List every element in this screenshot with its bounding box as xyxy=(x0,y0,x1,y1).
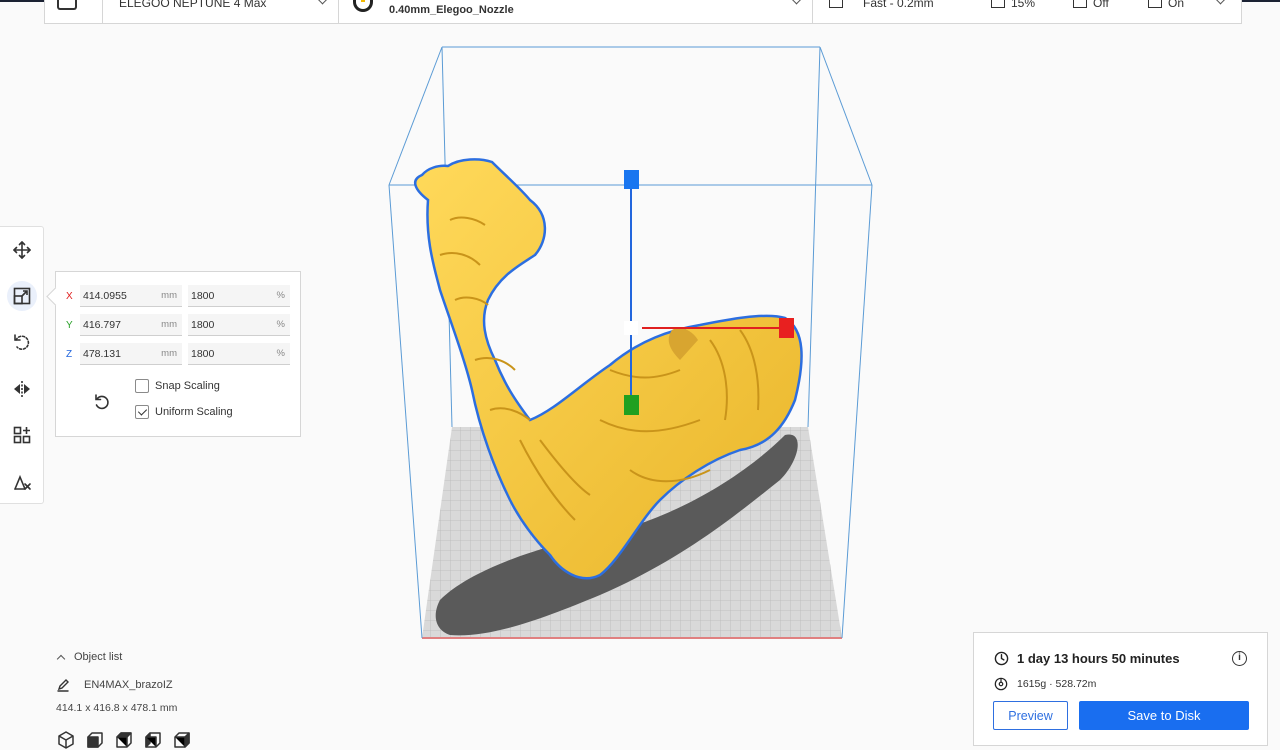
axis-label-z: Z xyxy=(66,348,73,360)
mirror-tool-button[interactable] xyxy=(7,374,37,404)
support-icon xyxy=(1073,0,1087,8)
axis-label-x: X xyxy=(66,290,73,302)
printer-selector[interactable]: ELEGOO NEPTUNE 4 Max xyxy=(103,0,339,23)
y-size-input[interactable]: 416.797 mm xyxy=(80,314,182,336)
scale-row-y: Y 416.797 mm 1800% xyxy=(66,314,296,336)
x-size-input[interactable]: 414.0955 mm xyxy=(80,285,182,307)
z-percent-input[interactable]: 1800% xyxy=(188,343,290,365)
unit-percent: % xyxy=(276,348,285,359)
print-time-text: 1 day 13 hours 50 minutes xyxy=(1017,651,1180,666)
infill-label: 15% xyxy=(1011,0,1036,10)
z-size-input[interactable]: 478.131 mm xyxy=(80,343,182,365)
unit-mm: mm xyxy=(161,348,177,359)
print-time: 1 day 13 hours 50 minutes xyxy=(994,651,1180,666)
3d-view-icon[interactable] xyxy=(56,730,76,750)
tool-panel xyxy=(0,226,44,504)
x-size-value: 414.0955 xyxy=(83,289,127,302)
info-icon[interactable]: i xyxy=(1232,651,1247,666)
z-size-value: 478.131 xyxy=(83,347,121,360)
chevron-up-icon xyxy=(56,654,66,663)
top-view-icon[interactable] xyxy=(114,730,134,750)
material-usage-text: 1615g · 528.72m xyxy=(1017,678,1097,690)
header-bar: ELEGOO NEPTUNE 4 Max 0.40mm_Elegoo_Nozzl… xyxy=(44,0,1242,24)
profile-icon xyxy=(829,0,843,8)
x-percent-value: 1800 xyxy=(191,289,215,302)
rotate-icon xyxy=(14,334,30,350)
object-list-panel: Object list EN4MAX_brazoIZ 414.1 x 416.8… xyxy=(56,648,316,750)
object-list-toggle[interactable]: Object list xyxy=(56,651,122,663)
nozzle-icon xyxy=(353,0,373,12)
clock-icon xyxy=(994,651,1009,666)
save-to-disk-button[interactable]: Save to Disk xyxy=(1079,701,1249,730)
snap-scaling-option[interactable]: Snap Scaling xyxy=(135,379,220,393)
reset-icon xyxy=(95,394,109,410)
chevron-down-icon xyxy=(1215,0,1226,5)
print-summary-panel: 1 day 13 hours 50 minutes i 1615g · 528.… xyxy=(973,632,1268,746)
per-model-settings-icon xyxy=(13,426,31,444)
snap-scaling-label: Snap Scaling xyxy=(155,380,220,392)
z-percent-value: 1800 xyxy=(191,347,215,360)
3d-viewport[interactable] xyxy=(380,40,890,650)
chevron-down-icon xyxy=(317,0,328,5)
unit-mm: mm xyxy=(161,290,177,301)
scale-panel: X 414.0955 mm 1800% Y 416.797 mm 1800% Z 4… xyxy=(55,271,301,437)
unit-percent: % xyxy=(276,319,285,330)
mirror-icon xyxy=(14,381,30,397)
front-view-icon[interactable] xyxy=(85,730,105,750)
nozzle-label: 0.40mm_Elegoo_Nozzle xyxy=(389,4,514,16)
view-orientation-bar xyxy=(56,730,192,750)
scale-tool-button[interactable] xyxy=(7,281,37,311)
right-view-icon[interactable] xyxy=(172,730,192,750)
axis-label-y: Y xyxy=(66,319,73,331)
y-percent-value: 1800 xyxy=(191,318,215,331)
move-icon xyxy=(13,241,31,259)
pencil-icon xyxy=(57,679,69,692)
uniform-scaling-label: Uniform Scaling xyxy=(155,406,233,418)
marketplace-button[interactable] xyxy=(45,0,103,23)
marketplace-icon xyxy=(57,0,77,10)
object-list-title: Object list xyxy=(74,651,123,663)
y-size-value: 416.797 xyxy=(83,318,121,331)
adhesion-label: On xyxy=(1168,0,1185,10)
viewport-scene xyxy=(388,46,873,639)
reset-scale-button[interactable] xyxy=(92,392,112,412)
chevron-down-icon xyxy=(791,0,802,5)
support-blocker-button[interactable] xyxy=(7,467,37,497)
spool-icon xyxy=(994,677,1008,691)
gizmo-y-handle[interactable] xyxy=(624,395,639,415)
y-percent-input[interactable]: 1800% xyxy=(188,314,290,336)
scale-row-x: X 414.0955 mm 1800% xyxy=(66,285,296,307)
uniform-scaling-option[interactable]: Uniform Scaling xyxy=(135,405,233,419)
x-percent-input[interactable]: 1800% xyxy=(188,285,290,307)
per-model-settings-button[interactable] xyxy=(7,420,37,450)
object-dimensions: 414.1 x 416.8 x 478.1 mm xyxy=(56,702,178,714)
gizmo-z-handle[interactable] xyxy=(624,170,639,189)
gizmo-x-handle[interactable] xyxy=(779,318,794,338)
scale-row-z: Z 478.131 mm 1800% xyxy=(66,343,296,365)
unit-mm: mm xyxy=(161,319,177,330)
infill-icon xyxy=(991,0,1005,8)
unit-percent: % xyxy=(276,290,285,301)
rotate-tool-button[interactable] xyxy=(7,327,37,357)
object-name: EN4MAX_brazoIZ xyxy=(84,679,173,691)
profile-label: Fast - 0.2mm xyxy=(863,0,934,10)
print-settings-selector[interactable]: Fast - 0.2mm 15% Off On xyxy=(813,0,1241,23)
left-view-icon[interactable] xyxy=(143,730,163,750)
object-list-item[interactable]: EN4MAX_brazoIZ xyxy=(56,678,173,692)
material-usage: 1615g · 528.72m xyxy=(994,677,1096,691)
preview-button[interactable]: Preview xyxy=(993,701,1068,730)
printer-name: ELEGOO NEPTUNE 4 Max xyxy=(119,0,267,10)
move-tool-button[interactable] xyxy=(7,235,37,265)
snap-scaling-checkbox[interactable] xyxy=(135,379,149,393)
nozzle-selector[interactable]: 0.40mm_Elegoo_Nozzle xyxy=(339,0,813,23)
gizmo-center xyxy=(624,321,638,335)
support-label: Off xyxy=(1093,0,1109,10)
support-blocker-icon xyxy=(14,474,31,490)
scale-icon xyxy=(13,287,31,305)
uniform-scaling-checkbox[interactable] xyxy=(135,405,149,419)
adhesion-icon xyxy=(1148,0,1162,8)
